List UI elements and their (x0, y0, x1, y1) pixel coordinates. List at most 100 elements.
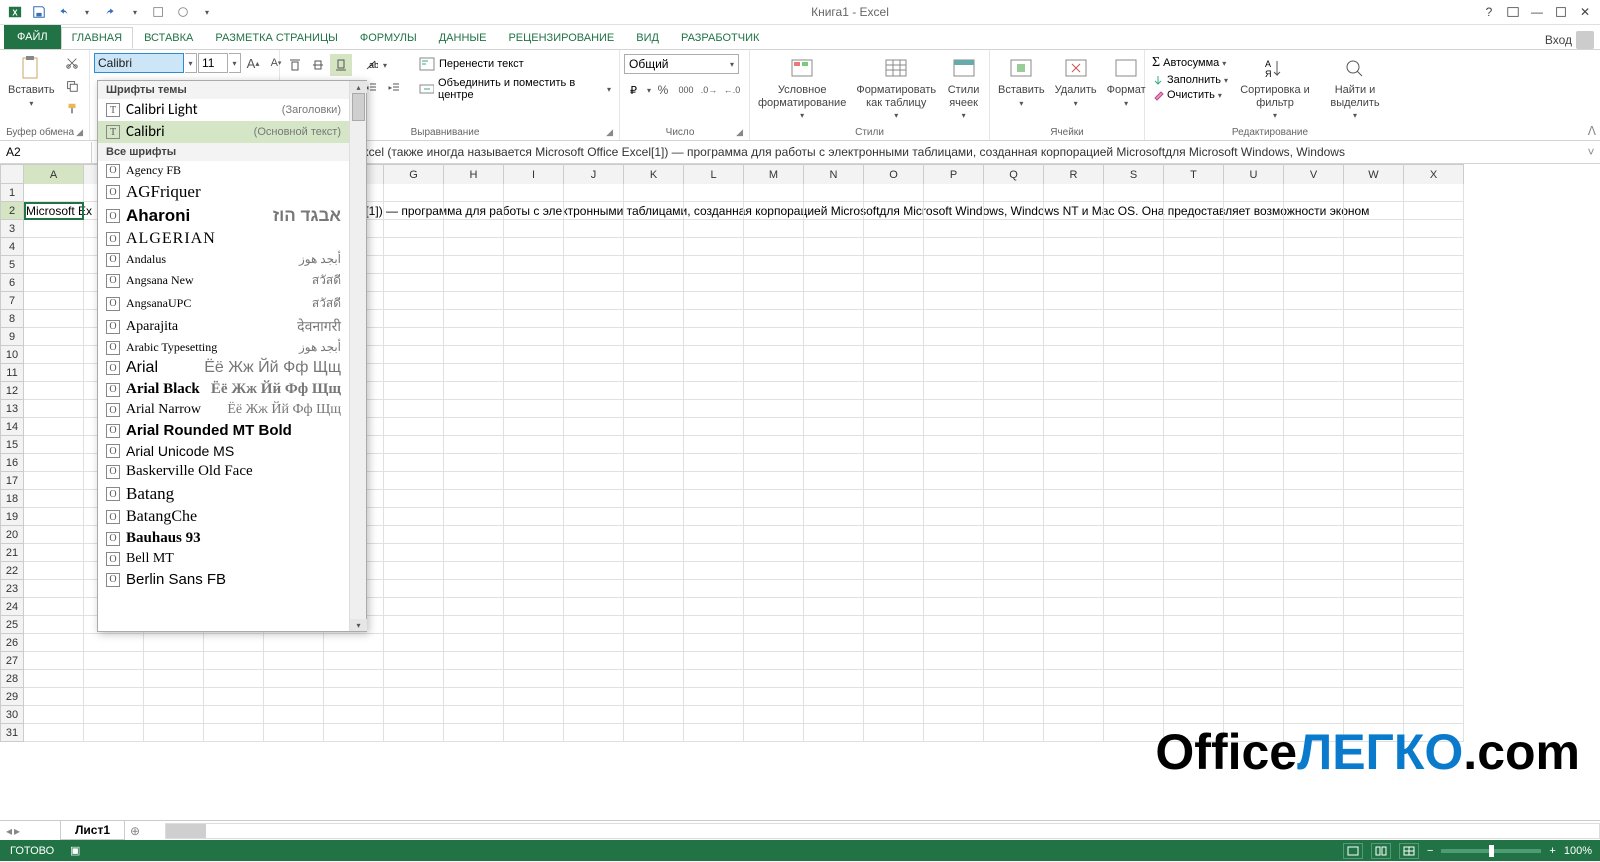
cell-I15[interactable] (504, 436, 564, 454)
cell-J25[interactable] (564, 616, 624, 634)
cell-O30[interactable] (864, 706, 924, 724)
font-item[interactable]: OArial Rounded MT Bold (98, 420, 349, 441)
cell-L10[interactable] (684, 346, 744, 364)
cell-O10[interactable] (864, 346, 924, 364)
copy-icon[interactable] (61, 75, 83, 97)
cell-U13[interactable] (1224, 400, 1284, 418)
cell-K6[interactable] (624, 274, 684, 292)
cell-J31[interactable] (564, 724, 624, 742)
cell-P16[interactable] (924, 454, 984, 472)
cell-L25[interactable] (684, 616, 744, 634)
cell-I13[interactable] (504, 400, 564, 418)
cell-N2[interactable] (804, 202, 864, 220)
cell-M6[interactable] (744, 274, 804, 292)
cell-X17[interactable] (1404, 472, 1464, 490)
cut-icon[interactable] (61, 52, 83, 74)
cell-M2[interactable] (744, 202, 804, 220)
col-head-Q[interactable]: Q (984, 164, 1044, 184)
cell-G4[interactable] (384, 238, 444, 256)
cell-I22[interactable] (504, 562, 564, 580)
tab-рецензирование[interactable]: РЕЦЕНЗИРОВАНИЕ (497, 27, 625, 49)
cell-Q27[interactable] (984, 652, 1044, 670)
cell-S17[interactable] (1104, 472, 1164, 490)
cell-W23[interactable] (1344, 580, 1404, 598)
col-head-V[interactable]: V (1284, 164, 1344, 184)
cell-W25[interactable] (1344, 616, 1404, 634)
cell-N9[interactable] (804, 328, 864, 346)
cell-M30[interactable] (744, 706, 804, 724)
cell-C26[interactable] (144, 634, 204, 652)
font-item[interactable]: TCalibri Light(Заголовки) (98, 99, 349, 121)
cell-R30[interactable] (1044, 706, 1104, 724)
cell-M20[interactable] (744, 526, 804, 544)
cell-I23[interactable] (504, 580, 564, 598)
cell-M26[interactable] (744, 634, 804, 652)
cell-A7[interactable] (24, 292, 84, 310)
tab-главная[interactable]: ГЛАВНАЯ (61, 27, 133, 49)
cell-T5[interactable] (1164, 256, 1224, 274)
cell-U20[interactable] (1224, 526, 1284, 544)
cell-O3[interactable] (864, 220, 924, 238)
cell-A18[interactable] (24, 490, 84, 508)
align-top-icon[interactable] (284, 54, 306, 76)
cell-G9[interactable] (384, 328, 444, 346)
zoom-in-icon[interactable]: + (1549, 845, 1555, 857)
col-head-J[interactable]: J (564, 164, 624, 184)
cell-K27[interactable] (624, 652, 684, 670)
cell-R2[interactable] (1044, 202, 1104, 220)
cell-A8[interactable] (24, 310, 84, 328)
cell-A23[interactable] (24, 580, 84, 598)
cell-X27[interactable] (1404, 652, 1464, 670)
cell-N18[interactable] (804, 490, 864, 508)
row-head-13[interactable]: 13 (0, 400, 24, 418)
cell-I5[interactable] (504, 256, 564, 274)
cell-P26[interactable] (924, 634, 984, 652)
cell-C30[interactable] (144, 706, 204, 724)
font-item[interactable]: OArial NarrowЁё Жж Йй Фф Щщ (98, 400, 349, 420)
cell-G18[interactable] (384, 490, 444, 508)
cell-P25[interactable] (924, 616, 984, 634)
cell-S16[interactable] (1104, 454, 1164, 472)
cell-V20[interactable] (1284, 526, 1344, 544)
cell-V7[interactable] (1284, 292, 1344, 310)
cell-H25[interactable] (444, 616, 504, 634)
cell-G6[interactable] (384, 274, 444, 292)
cell-S22[interactable] (1104, 562, 1164, 580)
select-all[interactable] (0, 164, 24, 184)
cell-I21[interactable] (504, 544, 564, 562)
cell-Q7[interactable] (984, 292, 1044, 310)
cell-I4[interactable] (504, 238, 564, 256)
cell-E31[interactable] (264, 724, 324, 742)
cell-E29[interactable] (264, 688, 324, 706)
cell-J20[interactable] (564, 526, 624, 544)
col-head-X[interactable]: X (1404, 164, 1464, 184)
cell-Q10[interactable] (984, 346, 1044, 364)
cell-I24[interactable] (504, 598, 564, 616)
cell-P14[interactable] (924, 418, 984, 436)
cell-M16[interactable] (744, 454, 804, 472)
cell-V14[interactable] (1284, 418, 1344, 436)
cell-R21[interactable] (1044, 544, 1104, 562)
cell-I30[interactable] (504, 706, 564, 724)
cell-R9[interactable] (1044, 328, 1104, 346)
col-head-K[interactable]: K (624, 164, 684, 184)
cell-X4[interactable] (1404, 238, 1464, 256)
cell-J1[interactable] (564, 184, 624, 202)
row-head-20[interactable]: 20 (0, 526, 24, 544)
cell-H10[interactable] (444, 346, 504, 364)
col-head-R[interactable]: R (1044, 164, 1104, 184)
cell-W9[interactable] (1344, 328, 1404, 346)
row-head-30[interactable]: 30 (0, 706, 24, 724)
view-normal-icon[interactable] (1343, 843, 1363, 859)
font-item[interactable]: OBaskerville Old Face (98, 461, 349, 482)
row-head-6[interactable]: 6 (0, 274, 24, 292)
cell-S20[interactable] (1104, 526, 1164, 544)
cell-P24[interactable] (924, 598, 984, 616)
number-launcher[interactable]: ◢ (736, 127, 743, 138)
col-head-P[interactable]: P (924, 164, 984, 184)
clipboard-launcher[interactable]: ◢ (76, 127, 83, 138)
cell-A1[interactable] (24, 184, 84, 202)
sort-filter-button[interactable]: AЯСортировка и фильтр▾ (1233, 52, 1317, 122)
font-item[interactable]: OALGERIAN (98, 228, 349, 250)
cell-L3[interactable] (684, 220, 744, 238)
